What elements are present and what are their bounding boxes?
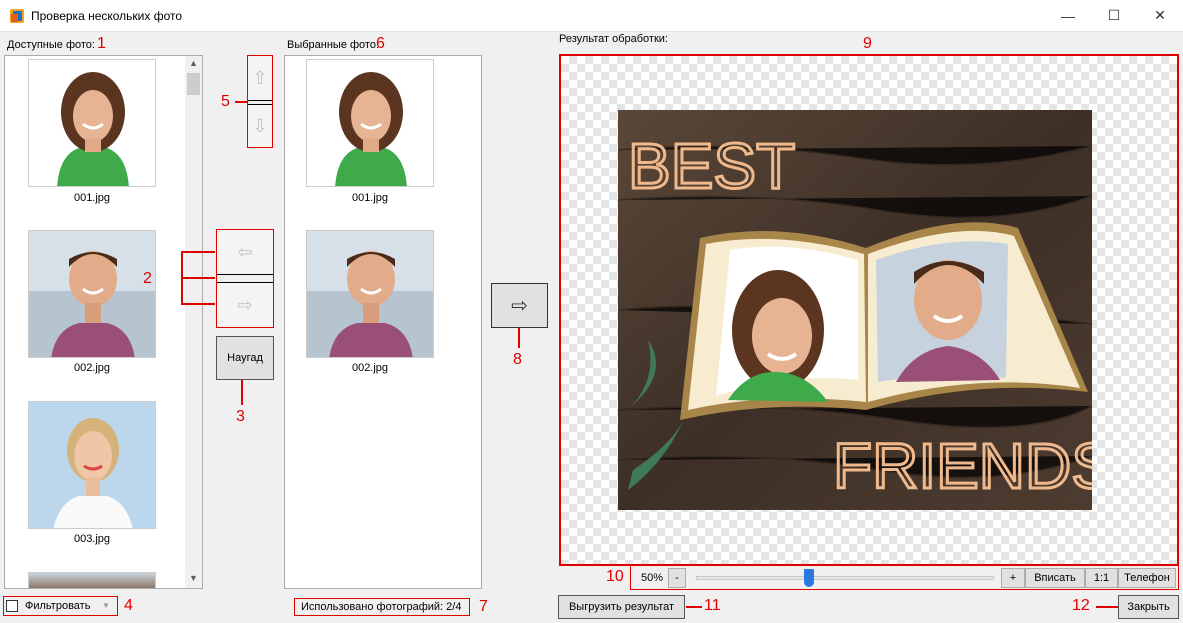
woman-photo-icon <box>29 60 155 186</box>
marker-10: 10 <box>606 568 624 585</box>
usage-box: Использовано фотографий: 2/4 <box>294 598 470 616</box>
maximize-button[interactable]: ☐ <box>1091 0 1137 31</box>
available-photos-label: Доступные фото: <box>7 39 95 51</box>
scroll-up-icon[interactable]: ▲ <box>189 58 198 68</box>
minimize-button[interactable]: — <box>1045 0 1091 31</box>
move-right-button[interactable]: ⇨ <box>217 283 273 327</box>
available-thumb-name: 003.jpg <box>73 533 111 545</box>
export-result-button[interactable]: Выгрузить результат <box>558 595 685 619</box>
random-button[interactable]: Наугад <box>216 336 274 380</box>
app-icon <box>10 9 24 23</box>
move-left-button[interactable]: ⇦ <box>217 230 273 274</box>
phone-button[interactable]: Телефон <box>1118 568 1176 588</box>
usage-text: Использовано фотографий: 2/4 <box>301 601 462 613</box>
scroll-thumb[interactable] <box>187 73 200 95</box>
fit-button[interactable]: Вписать <box>1025 568 1085 588</box>
available-thumb-001[interactable] <box>28 59 156 187</box>
reorder-buttons-group: ⇧ ⇩ <box>247 55 273 148</box>
marker-2: 2 <box>143 270 152 287</box>
marker-3: 3 <box>236 408 245 425</box>
woman-photo-icon <box>307 60 433 186</box>
zoom-out-button[interactable]: - <box>668 568 686 588</box>
marker-5: 5 <box>221 93 230 110</box>
close-button[interactable]: Закрыть <box>1118 595 1179 619</box>
move-up-button[interactable]: ⇧ <box>248 56 272 100</box>
move-down-button[interactable]: ⇩ <box>248 105 272 147</box>
available-thumb-002[interactable] <box>28 230 156 358</box>
one-to-one-button[interactable]: 1:1 <box>1085 568 1118 588</box>
zoom-slider-track[interactable] <box>696 576 994 580</box>
man-photo-icon <box>29 231 155 357</box>
leader-2 <box>181 251 215 305</box>
marker-8: 8 <box>513 351 522 368</box>
marker-1: 1 <box>97 35 106 52</box>
filter-label[interactable]: Фильтровать <box>25 600 90 612</box>
selected-photos-list[interactable]: 001.jpg 002.jpg <box>284 55 482 589</box>
zoom-slider-thumb[interactable] <box>804 569 815 587</box>
marker-9: 9 <box>863 35 872 52</box>
zoom-toolbar: 50% - + Вписать 1:1 Телефон <box>630 565 1179 590</box>
filter-checkbox[interactable] <box>6 600 18 612</box>
close-window-button[interactable]: ✕ <box>1137 0 1183 31</box>
available-scrollbar[interactable]: ▲ ▼ <box>185 56 202 588</box>
window-title: Проверка нескольких фото <box>31 9 183 23</box>
selected-photos-label: Выбранные фото: <box>287 39 380 51</box>
available-thumb-partial[interactable] <box>28 572 156 588</box>
collage-friends-text: FRIENDS <box>833 430 1092 502</box>
zoom-value: 50% <box>641 572 664 584</box>
available-thumb-name: 002.jpg <box>73 362 111 374</box>
process-button[interactable]: ⇨ <box>491 283 548 328</box>
selected-thumb-name: 002.jpg <box>351 362 389 374</box>
woman-blonde-photo-icon <box>29 402 155 528</box>
available-thumb-name: 001.jpg <box>73 192 111 204</box>
filter-dropdown-icon[interactable]: ▼ <box>102 601 110 610</box>
collage-image: BEST FRIENDS <box>618 110 1092 510</box>
selected-thumb-002[interactable] <box>306 230 434 358</box>
selected-thumb-name: 001.jpg <box>351 192 389 204</box>
zoom-in-button[interactable]: + <box>1001 568 1025 588</box>
marker-6: 6 <box>376 35 385 52</box>
title-bar: Проверка нескольких фото — ☐ ✕ <box>0 0 1183 32</box>
marker-11: 11 <box>704 597 721 614</box>
collage-best-text: BEST <box>628 130 795 202</box>
marker-12: 12 <box>1072 597 1090 614</box>
available-thumb-003[interactable] <box>28 401 156 529</box>
scroll-down-icon[interactable]: ▼ <box>189 573 198 583</box>
available-photos-list[interactable]: 001.jpg 002.jpg 003.jpg ▲ ▼ <box>4 55 203 589</box>
filter-group: Фильтровать ▼ <box>3 596 118 616</box>
man-photo-icon <box>307 231 433 357</box>
result-label: Результат обработки: <box>559 33 668 45</box>
selected-thumb-001[interactable] <box>306 59 434 187</box>
result-preview[interactable]: BEST FRIENDS <box>559 54 1179 566</box>
marker-4: 4 <box>124 597 133 614</box>
transfer-buttons-group: ⇦ ⇨ <box>216 229 274 328</box>
marker-7: 7 <box>479 598 488 615</box>
